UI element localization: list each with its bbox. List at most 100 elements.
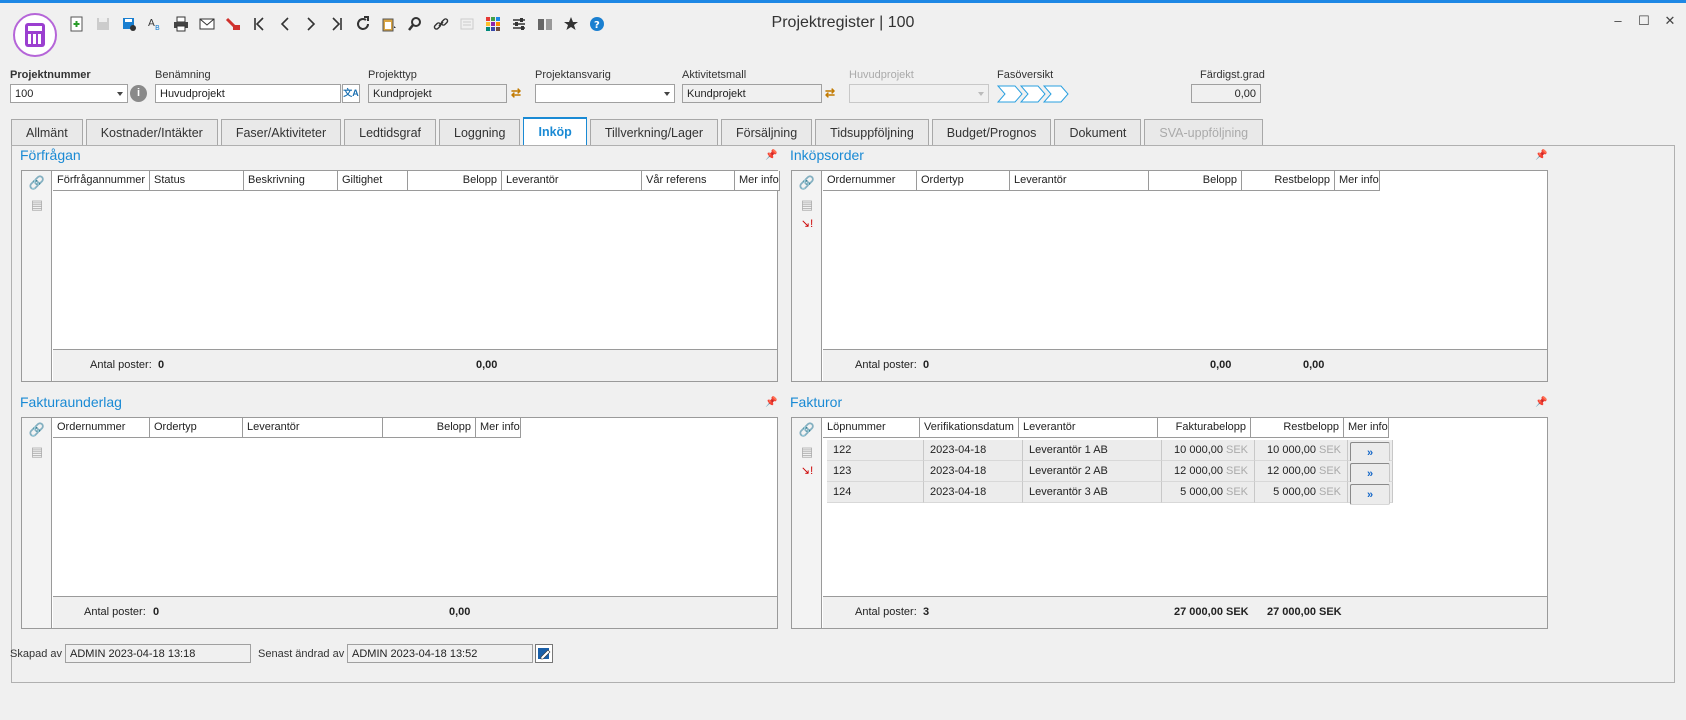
- more-info-button[interactable]: »: [1350, 484, 1390, 505]
- inkopsorder-header: Ordernummer Ordertyp Leverantör Belopp R…: [823, 171, 1380, 191]
- currency: SEK: [1225, 486, 1248, 498]
- col-header[interactable]: Förfrågannummer: [53, 171, 150, 191]
- inkopsorder-grid-frame: 🔗 ▤ ↘! Ordernummer Ordertyp Leverantör B…: [791, 170, 1548, 382]
- pin-icon[interactable]: 📌: [765, 150, 777, 161]
- col-header[interactable]: Mer info: [1335, 171, 1380, 191]
- edit-doc-icon[interactable]: ▤: [28, 197, 46, 213]
- sum-restbelopp: 0,00: [1303, 359, 1325, 371]
- col-header[interactable]: Beskrivning: [244, 171, 338, 191]
- table-row[interactable]: 122 2023-04-18 Leverantör 1 AB 10 000,00 SEK…: [827, 440, 1393, 463]
- link-icon[interactable]: 🔗: [798, 422, 816, 438]
- fardigst-field: 0,00: [1191, 84, 1261, 103]
- fakturor-header: Löpnummer Verifikationsdatum Leverantör …: [823, 418, 1389, 438]
- aktivitetsmall-field[interactable]: Kundprojekt: [682, 84, 822, 103]
- projekttyp-field[interactable]: Kundprojekt: [368, 84, 507, 103]
- forfragan-grid: Förfrågannummer Status Beskrivning Gilti…: [53, 171, 780, 381]
- projektnummer-label: Projektnummer: [10, 69, 91, 81]
- col-header[interactable]: Verifikationsdatum: [920, 418, 1019, 438]
- col-header[interactable]: Ordertyp: [917, 171, 1010, 191]
- projektnummer-field[interactable]: 100: [10, 84, 128, 103]
- sum-value: 0,00: [476, 359, 498, 371]
- fakturor-footer: Antal poster: 3 27 000,00 SEK 27 000,00 …: [823, 596, 1547, 628]
- edit-doc-icon[interactable]: ▤: [798, 444, 816, 460]
- amount: 12 000,00: [1267, 465, 1316, 477]
- tab-ledtidsgraf[interactable]: Ledtidsgraf: [344, 119, 437, 145]
- swap-icon[interactable]: ⇄: [825, 86, 835, 100]
- forfragan-title: Förfrågan: [20, 147, 81, 163]
- info-icon[interactable]: i: [130, 85, 147, 102]
- col-header[interactable]: Fakturabelopp: [1158, 418, 1251, 438]
- link-icon[interactable]: 🔗: [28, 422, 46, 438]
- tab-kostnader-intäkter[interactable]: Kostnader/Intäkter: [85, 119, 218, 145]
- pin-icon[interactable]: 📌: [765, 397, 777, 408]
- col-header[interactable]: Löpnummer: [823, 418, 920, 438]
- col-header[interactable]: Leverantör: [502, 171, 642, 191]
- translate-icon[interactable]: 文A: [342, 84, 360, 103]
- phase-overview[interactable]: [996, 85, 1071, 103]
- tab-faser-aktiviteter[interactable]: Faser/Aktiviteter: [220, 119, 342, 145]
- cell-lopnummer: 124: [827, 482, 924, 503]
- col-header[interactable]: Status: [150, 171, 244, 191]
- col-header[interactable]: Mer info: [476, 418, 521, 438]
- count-label: Antal poster:: [855, 606, 917, 618]
- tab-tillverkning-lager[interactable]: Tillverkning/Lager: [589, 119, 719, 145]
- pin-icon[interactable]: 📌: [1535, 150, 1547, 161]
- link-icon[interactable]: 🔗: [28, 175, 46, 191]
- forfragan-footer: Antal poster: 0 0,00: [53, 349, 777, 381]
- col-header[interactable]: Giltighet: [338, 171, 408, 191]
- edit-doc-icon[interactable]: ▤: [798, 197, 816, 213]
- projekttyp-label: Projekttyp: [368, 69, 417, 81]
- edit-log-icon[interactable]: [535, 644, 553, 663]
- skapad-field: ADMIN 2023-04-18 13:18: [65, 644, 251, 663]
- tab-budget-prognos[interactable]: Budget/Prognos: [931, 119, 1052, 145]
- col-header[interactable]: Belopp: [383, 418, 476, 438]
- tab-försäljning[interactable]: Försäljning: [721, 119, 813, 145]
- edit-doc-icon[interactable]: ▤: [28, 444, 46, 460]
- error-arrow-icon[interactable]: ↘!: [798, 464, 816, 480]
- close-icon[interactable]: ✕: [1664, 13, 1676, 29]
- col-header[interactable]: Restbelopp: [1251, 418, 1344, 438]
- pin-icon[interactable]: 📌: [1535, 397, 1547, 408]
- projektansvarig-field[interactable]: [535, 84, 675, 103]
- minimize-icon[interactable]: –: [1612, 13, 1624, 29]
- col-header[interactable]: Leverantör: [1019, 418, 1158, 438]
- error-arrow-icon[interactable]: ↘!: [798, 217, 816, 233]
- table-row[interactable]: 123 2023-04-18 Leverantör 2 AB 12 000,00 SEK…: [827, 461, 1393, 484]
- col-header[interactable]: Vår referens: [642, 171, 735, 191]
- col-header[interactable]: Ordernummer: [823, 171, 917, 191]
- currency: SEK: [1318, 444, 1341, 456]
- amount: 10 000,00: [1174, 444, 1223, 456]
- col-header[interactable]: Mer info: [735, 171, 780, 191]
- col-header[interactable]: Leverantör: [1010, 171, 1149, 191]
- col-header[interactable]: Belopp: [1149, 171, 1242, 191]
- window-title: Projektregister | 100: [771, 14, 915, 31]
- cell-restbelopp: 12 000,00 SEK: [1255, 461, 1348, 482]
- tab-tidsuppföljning[interactable]: Tidsuppföljning: [815, 119, 929, 145]
- tab-loggning[interactable]: Loggning: [439, 119, 521, 145]
- fasoversikt-label: Fasöversikt: [997, 69, 1054, 81]
- col-header[interactable]: Belopp: [408, 171, 502, 191]
- maximize-icon[interactable]: ☐: [1638, 13, 1650, 29]
- tab-inköp[interactable]: Inköp: [523, 117, 587, 145]
- cell-fakturabelopp: 10 000,00 SEK: [1162, 440, 1255, 461]
- amount: 5 000,00: [1273, 486, 1316, 498]
- currency: SEK: [1225, 465, 1248, 477]
- inkopsorder-grid: Ordernummer Ordertyp Leverantör Belopp R…: [823, 171, 1547, 381]
- link-icon[interactable]: 🔗: [798, 175, 816, 191]
- col-header[interactable]: Restbelopp: [1242, 171, 1335, 191]
- col-header[interactable]: Ordernummer: [53, 418, 150, 438]
- col-header[interactable]: Leverantör: [243, 418, 383, 438]
- more-info-button[interactable]: »: [1350, 463, 1390, 484]
- swap-icon[interactable]: ⇄: [511, 86, 521, 100]
- fakturaunderlag-grid-frame: 🔗 ▤ Ordernummer Ordertyp Leverantör Belo…: [21, 417, 778, 629]
- col-header[interactable]: Ordertyp: [150, 418, 243, 438]
- col-header[interactable]: Mer info: [1344, 418, 1389, 438]
- tab-allmänt[interactable]: Allmänt: [11, 119, 83, 145]
- table-row[interactable]: 124 2023-04-18 Leverantör 3 AB 5 000,00 SEK 5…: [827, 482, 1393, 505]
- tab-dokument[interactable]: Dokument: [1054, 119, 1142, 145]
- benamning-field[interactable]: Huvudprojekt: [155, 84, 341, 103]
- fakturor-grid: Löpnummer Verifikationsdatum Leverantör …: [823, 418, 1547, 628]
- fakturaunderlag-footer: Antal poster: 0 0,00: [53, 596, 777, 628]
- more-info-button[interactable]: »: [1350, 442, 1390, 463]
- count-value: 3: [923, 606, 930, 618]
